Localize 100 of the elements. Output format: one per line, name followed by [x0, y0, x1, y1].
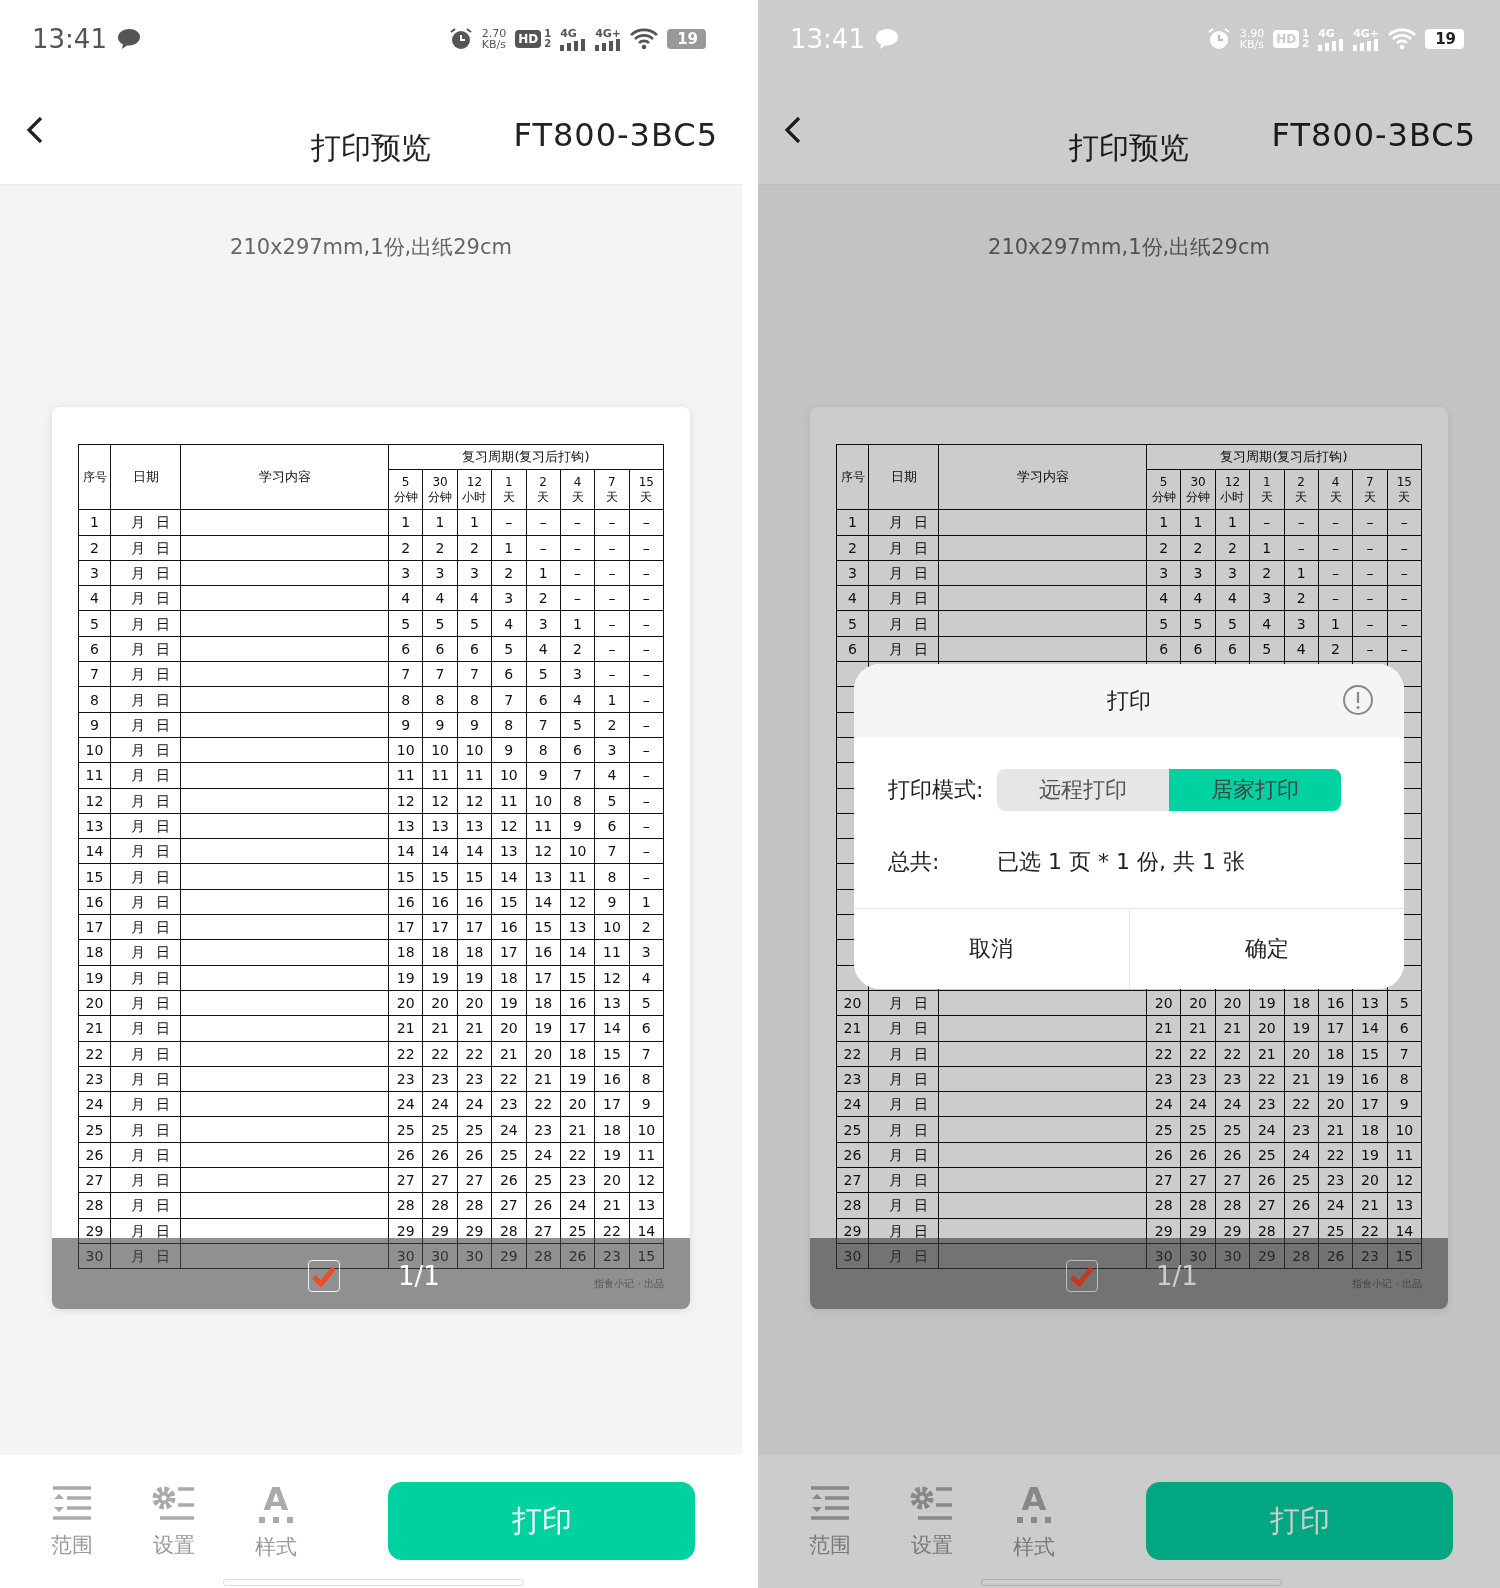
table-cell: –: [629, 813, 664, 839]
mode-label: 打印模式:: [888, 776, 985, 804]
table-cell: 6: [491, 661, 526, 687]
printer-name: FT800-3BC5: [513, 116, 718, 154]
paper-info: 210x297mm,1份,出纸29cm: [230, 234, 512, 261]
table-cell: 9: [1387, 1091, 1422, 1117]
table-cell: 日: [156, 1198, 170, 1213]
info-icon[interactable]: [1342, 684, 1374, 716]
settings-tool[interactable]: 设置: [881, 1485, 983, 1559]
table-cell: –: [629, 762, 664, 789]
table-cell: 16: [422, 889, 458, 915]
table-cell: 16: [78, 889, 111, 915]
table-cell: 日: [914, 1097, 928, 1112]
table-cell: 日: [156, 1071, 170, 1086]
table-cell: 4: [1146, 585, 1181, 611]
table-cell: 月: [131, 717, 145, 732]
table-cell: 月: [889, 616, 903, 631]
table-cell: 月: [131, 1173, 145, 1188]
column-header: 15 天: [629, 469, 664, 510]
table-cell: 日: [156, 768, 170, 783]
table-cell: 月: [131, 793, 145, 808]
table-cell: –: [1249, 509, 1284, 536]
table-cell: 3: [1146, 560, 1181, 586]
table-cell: 24: [836, 1091, 869, 1117]
table-cell: 12: [388, 788, 423, 814]
table-cell: 3: [1249, 585, 1284, 611]
style-tool[interactable]: A 样式: [225, 1485, 327, 1561]
table-cell: 19: [1284, 1015, 1319, 1042]
range-tool[interactable]: 范围: [779, 1485, 881, 1559]
mode-tab[interactable]: 远程打印: [997, 769, 1169, 811]
network-type: 4G: [560, 27, 577, 39]
status-time: 13:41: [32, 24, 107, 54]
column-header: 2 天: [1284, 469, 1319, 510]
total-label: 总共:: [888, 848, 941, 876]
table-cell: 13: [594, 990, 630, 1016]
table-cell: 日: [914, 1249, 928, 1264]
table-cell: 12: [491, 813, 526, 839]
page-checkbox[interactable]: [1066, 1259, 1098, 1292]
table-cell: –: [1387, 636, 1422, 662]
back-icon[interactable]: [784, 116, 802, 144]
table-cell: 24: [388, 1091, 423, 1117]
table-cell: 27: [457, 1167, 492, 1193]
table-cell: 日: [156, 1122, 170, 1137]
table-cell: 月: [889, 566, 903, 581]
table-cell: 日: [156, 540, 170, 555]
style-tool[interactable]: A 样式: [983, 1485, 1085, 1561]
table-cell: 日: [156, 692, 170, 707]
settings-tool[interactable]: 设置: [123, 1485, 225, 1559]
table-cell: 13: [491, 838, 526, 864]
table-cell: 4: [78, 585, 111, 611]
table-cell: 25: [1146, 1116, 1181, 1143]
table-cell: 28: [388, 1192, 423, 1219]
table-cell: 日: [156, 566, 170, 581]
mode-tab[interactable]: 居家打印: [1169, 769, 1341, 811]
print-button[interactable]: 打印: [388, 1482, 695, 1560]
table-cell: 8: [526, 737, 561, 763]
table-cell: 1: [629, 889, 664, 915]
table-cell: 日: [156, 1046, 170, 1061]
table-cell: 8: [491, 712, 526, 738]
table-cell: 8: [78, 686, 111, 713]
table-cell: 17: [594, 1091, 630, 1117]
table-cell: 17: [78, 914, 111, 940]
table-cell: 日: [156, 717, 170, 732]
table-cell: 月: [889, 996, 903, 1011]
table-cell: 6: [1215, 636, 1250, 662]
back-icon[interactable]: [26, 116, 44, 144]
table-cell: 月: [889, 591, 903, 606]
range-tool[interactable]: 范围: [21, 1485, 123, 1559]
table-cell: 3: [560, 661, 595, 687]
table-cell: 1: [491, 535, 526, 561]
table-cell: 28: [422, 1192, 458, 1219]
signal-icon: [1353, 38, 1380, 51]
table-cell: 1: [78, 509, 111, 536]
message-icon: [874, 28, 899, 50]
table-cell: 22: [1318, 1142, 1353, 1168]
table-cell: –: [1387, 509, 1422, 536]
table-cell: 4: [1215, 585, 1250, 611]
page-checkbox[interactable]: [308, 1259, 340, 1292]
table-cell: 26: [491, 1167, 526, 1193]
table-cell: 23: [78, 1066, 111, 1092]
table-cell: 2: [1180, 535, 1216, 561]
table-cell: 1: [1318, 611, 1353, 637]
confirm-button[interactable]: 确定: [1128, 909, 1404, 989]
table-cell: 8: [422, 686, 458, 713]
table-cell: 26: [1180, 1142, 1216, 1168]
table-cell: 1: [1249, 535, 1284, 561]
table-cell: 22: [1215, 1041, 1250, 1067]
table-cell: 5: [1180, 611, 1216, 637]
table-cell: 月: [131, 894, 145, 909]
table-cell: 13: [629, 1192, 664, 1219]
table-cell: 19: [594, 1142, 630, 1168]
table-cell: 17: [560, 1015, 595, 1042]
table-cell: 21: [1215, 1015, 1250, 1042]
table-cell: 25: [457, 1116, 492, 1143]
table-cell: –: [1387, 535, 1422, 561]
print-button[interactable]: 打印: [1146, 1482, 1453, 1560]
table-cell: 13: [457, 813, 492, 839]
table-cell: 8: [629, 1066, 664, 1092]
table-cell: 11: [388, 762, 423, 789]
table-cell: 23: [388, 1066, 423, 1092]
